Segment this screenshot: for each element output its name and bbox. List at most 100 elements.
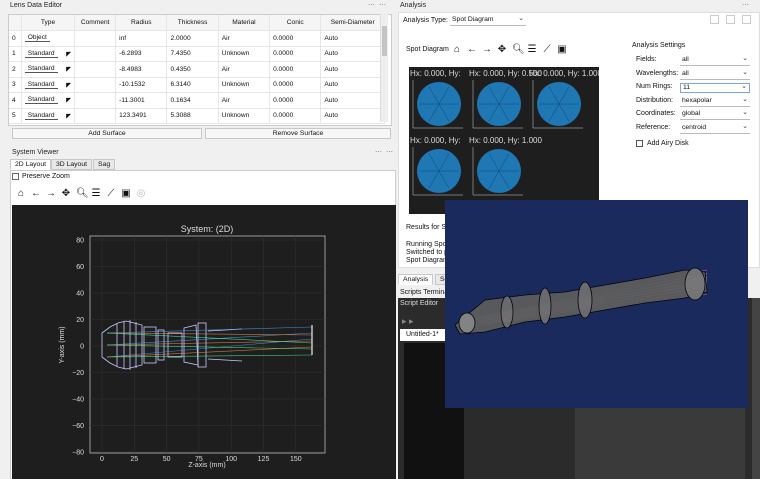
table-row[interactable]: 0 Object inf 2.0000 Air 0.0000 Auto: [9, 30, 385, 47]
type-dropdown-icon[interactable]: ◤: [66, 96, 71, 104]
analysis-type-select[interactable]: Spot Diagram: [450, 14, 526, 26]
save-icon[interactable]: ▣: [557, 44, 567, 55]
cell-i[interactable]: 4: [9, 92, 22, 109]
cell-semi[interactable]: Auto: [320, 46, 385, 62]
cell-material[interactable]: Unknown: [218, 108, 271, 124]
tab-sag[interactable]: Sag: [93, 159, 116, 170]
tab-analysis[interactable]: Analysis: [398, 274, 434, 285]
save-icon[interactable]: ▣: [121, 188, 131, 199]
cell-comment[interactable]: [74, 108, 117, 124]
surface-type[interactable]: Standard: [24, 96, 58, 105]
cell-type[interactable]: Object: [21, 30, 76, 47]
type-dropdown-icon[interactable]: ◤: [66, 112, 71, 120]
edit-curves-icon[interactable]: ⟋: [106, 188, 116, 199]
tab-2d-layout[interactable]: 2D Layout: [10, 159, 51, 170]
table-scrollbar[interactable]: [380, 14, 388, 122]
pan-icon[interactable]: ✥: [497, 44, 507, 55]
configure-icon[interactable]: ☰: [527, 44, 537, 55]
cell-comment[interactable]: [74, 61, 117, 78]
cell-conic[interactable]: 0.0000: [269, 92, 322, 109]
table-row[interactable]: 2 Standard ◤ -8.4983 0.4350 Air 0.0000 Auto: [9, 61, 385, 78]
cell-thickness[interactable]: 5.3088: [166, 108, 219, 124]
home-icon[interactable]: ⌂: [452, 44, 462, 55]
cell-type[interactable]: Standard ◤: [21, 92, 76, 109]
cell-conic[interactable]: 0.0000: [269, 108, 322, 124]
airy-disk-checkbox[interactable]: [636, 140, 643, 147]
cell-type[interactable]: Standard ◤: [21, 108, 76, 124]
setting-select[interactable]: global: [680, 108, 750, 120]
cell-conic[interactable]: 0.0000: [269, 61, 322, 78]
zoom-icon[interactable]: 🔍︎: [512, 44, 525, 55]
back-icon[interactable]: ←: [31, 188, 41, 199]
zoom-icon[interactable]: 🔍︎: [76, 188, 89, 199]
type-dropdown-icon[interactable]: ◤: [66, 65, 71, 73]
cell-i[interactable]: 3: [9, 77, 22, 93]
edit-curves-icon[interactable]: ⟋: [542, 44, 552, 55]
cell-type[interactable]: Standard ◤: [21, 77, 76, 93]
cell-material[interactable]: Air: [218, 92, 271, 109]
table-row[interactable]: 5 Standard ◤ 123.3491 5.3088 Unknown 0.0000 Aut…: [9, 108, 385, 124]
cell-thickness[interactable]: 2.0000: [166, 30, 219, 47]
column-header[interactable]: [9, 15, 22, 31]
configure-icon[interactable]: ☰: [91, 188, 101, 199]
table-row[interactable]: 3 Standard ◤ -10.1532 6.3140 Unknown 0.0000 Aut…: [9, 77, 385, 93]
home-icon[interactable]: ⌂: [16, 188, 26, 199]
remove-surface-button[interactable]: Remove Surface: [205, 128, 391, 139]
close-icon[interactable]: [742, 15, 751, 24]
cell-semi[interactable]: Auto: [320, 108, 385, 124]
cell-comment[interactable]: [74, 46, 117, 62]
cell-semi[interactable]: Auto: [320, 92, 385, 109]
surface-type[interactable]: Standard: [24, 112, 58, 120]
column-header[interactable]: Semi-Diameter: [320, 15, 385, 31]
cell-radius[interactable]: -10.1532: [115, 77, 168, 93]
column-header[interactable]: Thickness: [166, 15, 219, 31]
cell-radius[interactable]: -8.4983: [115, 61, 168, 78]
editor-scrollbar[interactable]: [752, 298, 760, 479]
surface-type[interactable]: Standard: [24, 81, 58, 89]
cell-material[interactable]: Air: [218, 30, 271, 47]
cell-thickness[interactable]: 7.4350: [166, 46, 219, 62]
column-header[interactable]: Comment: [74, 15, 117, 31]
surface-type[interactable]: Standard: [24, 50, 58, 58]
panel-options-icon[interactable]: ⋯: [742, 1, 750, 9]
cell-radius[interactable]: -11.3001: [115, 92, 168, 109]
column-header[interactable]: Conic: [269, 15, 322, 31]
tab-3d-layout[interactable]: 3D Layout: [51, 159, 92, 170]
cell-i[interactable]: 5: [9, 108, 22, 124]
cell-thickness[interactable]: 0.4350: [166, 61, 219, 78]
forward-icon[interactable]: →: [46, 188, 56, 199]
cell-i[interactable]: 1: [9, 46, 22, 62]
setting-select[interactable]: hexapolar: [680, 95, 750, 107]
cell-comment[interactable]: [74, 92, 117, 109]
table-row[interactable]: 4 Standard ◤ -11.3001 0.1634 Air 0.0000 Auto: [9, 92, 385, 109]
cell-semi[interactable]: Auto: [320, 30, 385, 47]
cell-semi[interactable]: Auto: [320, 77, 385, 93]
add-surface-button[interactable]: Add Surface: [12, 128, 202, 139]
airy-disk[interactable]: Add Airy Disk: [636, 140, 689, 147]
cell-thickness[interactable]: 0.1634: [166, 92, 219, 109]
refresh-icon[interactable]: [710, 15, 719, 24]
cell-material[interactable]: Unknown: [218, 46, 271, 62]
setting-select[interactable]: centroid: [680, 122, 750, 134]
preserve-zoom-checkbox[interactable]: [12, 173, 19, 180]
cell-i[interactable]: 2: [9, 61, 22, 78]
cell-i[interactable]: 0: [9, 30, 22, 47]
cell-radius[interactable]: inf: [115, 30, 168, 47]
settings-icon[interactable]: [726, 15, 735, 24]
back-icon[interactable]: ←: [467, 44, 477, 55]
type-dropdown-icon[interactable]: ◤: [66, 50, 71, 58]
pan-icon[interactable]: ✥: [61, 188, 71, 199]
column-header[interactable]: Material: [218, 15, 271, 31]
cell-comment[interactable]: [74, 30, 117, 47]
cell-conic[interactable]: 0.0000: [269, 77, 322, 93]
cell-radius[interactable]: 123.3491: [115, 108, 168, 124]
cell-radius[interactable]: -6.2893: [115, 46, 168, 62]
setting-select[interactable]: 11: [680, 82, 750, 93]
setting-select[interactable]: all: [680, 68, 750, 80]
table-row[interactable]: 1 Standard ◤ -6.2893 7.4350 Unknown 0.0000 Auto: [9, 46, 385, 62]
cell-type[interactable]: Standard ◤: [21, 61, 76, 78]
cell-conic[interactable]: 0.0000: [269, 46, 322, 62]
panel-options-icon[interactable]: ⋯ ⋯: [375, 148, 394, 156]
panel-options-icon[interactable]: ⋯ ⋯: [368, 1, 387, 9]
run-icon[interactable]: ▸ ▸: [402, 316, 414, 327]
